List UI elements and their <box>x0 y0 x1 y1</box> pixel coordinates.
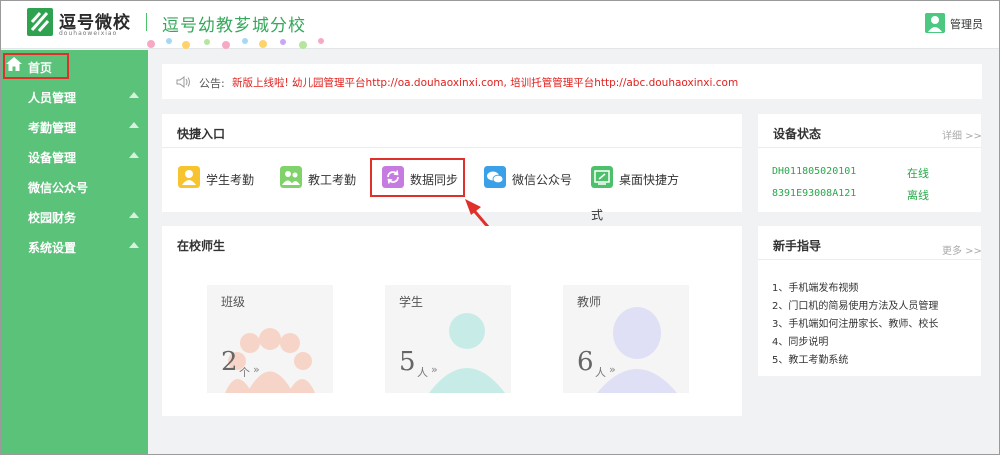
header-divider <box>146 13 147 31</box>
sidebar-item-settings[interactable]: 系统设置 <box>28 239 76 256</box>
stat-unit: 人 <box>417 366 428 379</box>
device-status-online: 在线 <box>907 167 929 180</box>
sidebar-item-home[interactable]: 首页 <box>28 59 52 76</box>
notice-text[interactable]: 新版上线啦! 幼儿园管理平台http://oa.douhaoxinxi.com,… <box>232 75 738 90</box>
teachers-watermark-icon <box>597 307 677 393</box>
speaker-icon <box>176 76 190 88</box>
stat-unit: 人 <box>595 366 606 379</box>
stat-value: 5 <box>399 347 416 377</box>
device-status-title: 设备状态 <box>773 127 822 141</box>
stat-classes[interactable]: 班级 2 个 » <box>207 285 333 393</box>
notice-label: 公告: <box>199 77 225 90</box>
guide-item[interactable]: 3、手机端如何注册家长、教师、校长 <box>772 315 938 330</box>
guide-item[interactable]: 4、同步说明 <box>772 333 828 348</box>
more-arrow-icon[interactable]: » <box>253 363 260 376</box>
sidebar-item-attendance[interactable]: 考勤管理 <box>28 119 76 136</box>
top-header: 逗号微校 douhaoweixiao 逗号幼教芗城分校 管理员 <box>1 1 999 49</box>
divider <box>162 147 742 148</box>
stat-value: 6 <box>577 347 594 377</box>
device-status-offline: 离线 <box>907 189 929 202</box>
stat-students[interactable]: 学生 5 人 » <box>385 285 511 393</box>
desktop-shortcut-icon <box>591 166 613 188</box>
shortcut-label: 教工考勤 <box>308 173 357 187</box>
user-name[interactable]: 管理员 <box>950 16 983 32</box>
sidebar-item-personnel[interactable]: 人员管理 <box>28 89 76 106</box>
stat-value: 2 <box>221 347 238 377</box>
home-icon <box>6 57 22 71</box>
logo-icon <box>27 8 53 36</box>
guide-item[interactable]: 1、手机端发布视频 <box>772 279 858 294</box>
stat-label: 教师 <box>577 295 602 309</box>
shortcuts-title: 快捷入口 <box>177 127 226 141</box>
divider <box>758 259 981 260</box>
shortcut-label: 学生考勤 <box>206 173 255 187</box>
chevron-up-icon[interactable] <box>129 122 139 128</box>
logo-subtitle: douhaoweixiao <box>59 30 118 37</box>
sidebar-item-devices[interactable]: 设备管理 <box>28 149 76 166</box>
user-avatar-icon[interactable] <box>925 13 945 33</box>
shortcut-label: 桌面快捷方 <box>619 173 680 187</box>
more-arrow-icon[interactable]: » <box>609 363 616 376</box>
stat-teachers[interactable]: 教师 6 人 » <box>563 285 689 393</box>
stats-title: 在校师生 <box>177 239 226 253</box>
student-attendance-icon <box>178 166 200 188</box>
chevron-up-icon[interactable] <box>129 242 139 248</box>
notice-bar: 公告: 新版上线啦! 幼儿园管理平台http://oa.douhaoxinxi.… <box>162 64 982 99</box>
sidebar: 首页 人员管理 考勤管理 设备管理 微信公众号 校园财务 系统设置 <box>1 50 148 454</box>
device-id: 8391E93008A121 <box>772 188 857 199</box>
chevron-up-icon[interactable] <box>129 212 139 218</box>
shortcut-label-wrap: 式 <box>591 208 604 222</box>
guide-item[interactable]: 5、教工考勤系统 <box>772 351 848 366</box>
divider <box>758 147 981 148</box>
device-id: DH011805020101 <box>772 166 857 177</box>
more-arrow-icon[interactable]: » <box>431 363 438 376</box>
sidebar-item-finance[interactable]: 校园财务 <box>28 209 76 226</box>
staff-attendance-icon <box>280 166 302 188</box>
decorative-dots-icon <box>147 38 324 49</box>
stat-label: 班级 <box>221 295 246 309</box>
sidebar-item-wechat[interactable]: 微信公众号 <box>28 179 88 196</box>
app-window: 逗号微校 douhaoweixiao 逗号幼教芗城分校 管理员 首页 人员管理 … <box>0 0 1000 455</box>
wechat-icon <box>484 166 506 188</box>
device-details-link[interactable]: 详细 >> <box>942 127 982 142</box>
chevron-up-icon[interactable] <box>129 92 139 98</box>
guide-item[interactable]: 2、门口机的简易使用方法及人员管理 <box>772 297 938 312</box>
guide-title: 新手指导 <box>773 239 822 253</box>
stat-unit: 个 <box>239 366 250 379</box>
school-name: 逗号幼教芗城分校 <box>162 16 306 36</box>
chevron-up-icon[interactable] <box>129 152 139 158</box>
guide-more-link[interactable]: 更多 >> <box>942 242 982 257</box>
stat-label: 学生 <box>399 295 424 309</box>
shortcut-highlight-box <box>370 158 465 197</box>
shortcut-label: 微信公众号 <box>512 173 573 187</box>
students-watermark-icon <box>429 313 505 393</box>
